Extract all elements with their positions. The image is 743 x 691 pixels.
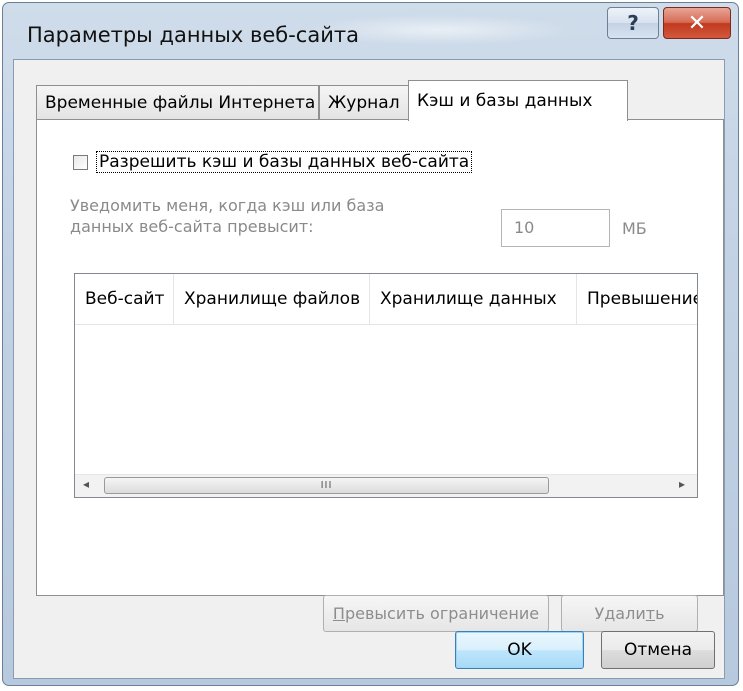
scroll-left-icon[interactable]: ◂ — [83, 477, 89, 491]
close-button[interactable]: ✕ — [663, 7, 731, 39]
allow-cache-label[interactable]: Разрешить кэш и базы данных веб-сайта — [96, 151, 473, 173]
tab-label: Временные файлы Интернета — [45, 93, 316, 113]
button-label-part: ь — [655, 604, 665, 623]
cancel-button[interactable]: Отмена — [601, 631, 715, 669]
ok-button[interactable]: OK — [455, 631, 584, 669]
cache-limit-input[interactable]: 10 — [501, 209, 610, 247]
notify-label: Уведомить меня, когда кэш или база данны… — [70, 195, 450, 237]
button-label-part: ревысить ограничение — [344, 604, 540, 623]
button-label-part: Удали — [594, 604, 646, 623]
delete-button[interactable]: Удали т ь — [561, 595, 698, 632]
column-header-data-storage[interactable]: Хранилище данных — [370, 274, 577, 324]
scrollbar-thumb[interactable]: III — [104, 477, 549, 494]
help-button[interactable]: ? — [607, 7, 659, 39]
tab-panel-cache: Разрешить кэш и базы данных веб-сайта Ув… — [36, 119, 724, 632]
column-header-website[interactable]: Веб-сайт — [75, 274, 174, 324]
notify-line-1: Уведомить меня, когда кэш или база — [70, 196, 385, 215]
allow-cache-checkbox[interactable]: Разрешить кэш и базы данных веб-сайта — [73, 151, 473, 173]
dialog-client-area: Временные файлы Интернета Журнал Кэш и б… — [13, 59, 725, 679]
tab-label: Журнал — [328, 93, 400, 113]
tab-history[interactable]: Журнал — [319, 85, 409, 120]
grip-icon: III — [320, 480, 333, 491]
hotkey-letter: т — [645, 604, 656, 623]
help-icon: ? — [627, 11, 639, 35]
tab-temporary-files[interactable]: Временные файлы Интернета — [36, 85, 319, 120]
dialog-window: Параметры данных веб-сайта ? ✕ Временные… — [2, 2, 739, 686]
scroll-right-icon[interactable]: ▸ — [679, 477, 685, 491]
hotkey-letter: П — [332, 604, 345, 623]
list-header: Веб-сайт Хранилище файлов Хранилище данн… — [75, 274, 697, 325]
column-header-file-storage[interactable]: Хранилище файлов — [174, 274, 370, 324]
horizontal-scrollbar[interactable]: ◂ III ▸ — [75, 474, 697, 497]
column-header-exceeded[interactable]: Превышение — [577, 274, 697, 324]
checkbox-box[interactable] — [73, 154, 88, 170]
cache-limit-unit: МБ — [622, 219, 647, 238]
tab-label: Кэш и базы данных — [417, 91, 593, 111]
close-icon: ✕ — [687, 10, 707, 36]
website-data-list[interactable]: Веб-сайт Хранилище файлов Хранилище данн… — [74, 273, 698, 498]
notify-line-2: данных веб-сайта превысит: — [70, 217, 314, 236]
dialog-title: Параметры данных веб-сайта — [27, 23, 359, 47]
tab-cache-databases[interactable]: Кэш и базы данных — [408, 80, 628, 121]
exceed-limit-button[interactable]: Превысить ограничение — [323, 595, 549, 632]
